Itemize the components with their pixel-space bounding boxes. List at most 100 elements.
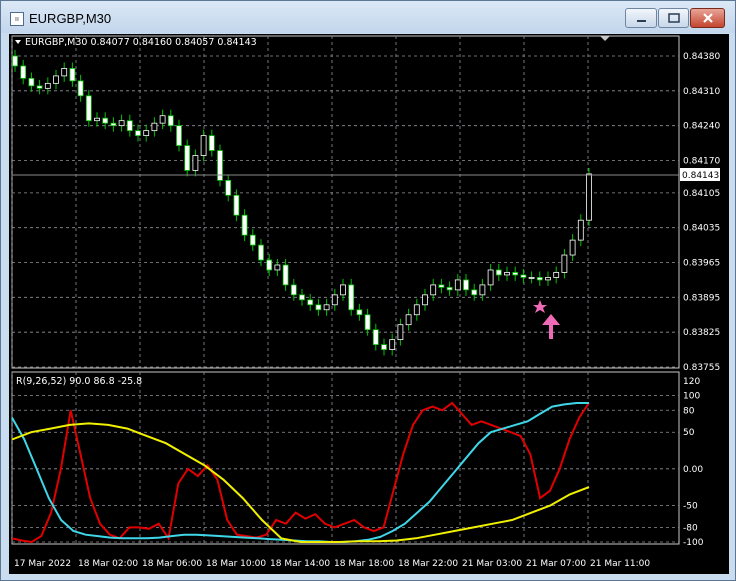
price-tick-label: 0.83965 [683, 259, 720, 269]
close-icon [703, 13, 713, 23]
star-marker-icon [533, 300, 547, 313]
candle-body [487, 269, 494, 286]
maximize-button[interactable] [658, 8, 689, 28]
candle-body [463, 279, 469, 291]
candle-body [561, 254, 568, 273]
candle-body [586, 173, 592, 221]
candle-body [102, 117, 109, 124]
minimize-button[interactable] [625, 8, 657, 28]
price-tick-label: 0.84170 [683, 156, 720, 166]
candle-body [135, 130, 141, 137]
candle-body [397, 324, 404, 341]
price-tick-label: 0.83825 [683, 328, 720, 338]
candle-body [290, 284, 297, 296]
candle-body [225, 179, 232, 196]
time-tick-label: 18 Mar 10:00 [206, 559, 266, 569]
price-scale: 0.84380 0.84310 0.84240 0.84170 0.84105 0.840… [683, 52, 720, 373]
candle-body [553, 272, 560, 278]
price-tick-label: 0.84380 [683, 52, 720, 62]
title-bar[interactable]: ıı EURGBP,M30 [1, 1, 735, 33]
time-tick-label: 21 Mar 07:00 [526, 559, 586, 569]
candle-body [159, 115, 166, 124]
candle-body [110, 122, 117, 127]
candles [12, 50, 592, 356]
indicator-level-label: -100 [683, 538, 704, 548]
candle-body [323, 304, 330, 311]
time-tick-label: 21 Mar 11:00 [590, 559, 650, 569]
price-tick-label: 0.84035 [683, 224, 720, 234]
chart-area[interactable]: EURGBP,M30 0.84077 0.84160 0.84057 0.841… [9, 34, 729, 574]
candle-body [217, 150, 223, 181]
candle-body [577, 219, 584, 241]
candle-body [118, 120, 125, 127]
candle-body [20, 65, 27, 79]
candle-body [274, 264, 281, 271]
collapse-triangle-icon[interactable] [15, 40, 21, 44]
candle-body [315, 304, 322, 311]
indicator-pane-frame [11, 371, 680, 545]
indicator-lines [11, 401, 590, 544]
candle-body [282, 264, 289, 286]
candle-body [536, 277, 543, 281]
indicator-series-line [11, 422, 590, 543]
candle-body [512, 272, 519, 276]
candle-body [208, 135, 215, 151]
indicator-level-label: 50 [683, 428, 695, 438]
candle-body [528, 277, 535, 279]
time-tick-label: 18 Mar 06:00 [142, 559, 202, 569]
candle-body [151, 122, 158, 132]
main-pane-frame [11, 35, 680, 369]
candle-body [520, 274, 527, 278]
candle-body [241, 214, 248, 236]
buy-arrow-icon [542, 314, 560, 339]
current-price-value: 0.84143 [682, 171, 719, 181]
indicator-header: R(9,26,52) 90.0 86.8 -25.8 [16, 376, 142, 387]
candle-body [331, 294, 338, 306]
candle-body [266, 259, 273, 271]
candle-body [307, 299, 314, 306]
candle-body [372, 329, 379, 346]
candle-body [53, 75, 59, 84]
indicator-level-label: -50 [683, 501, 698, 511]
candle-body [545, 277, 551, 281]
candle-body [126, 120, 133, 132]
candle-body [413, 304, 420, 316]
time-tick-label: 18 Mar 22:00 [398, 559, 458, 569]
time-tick-label: 18 Mar 02:00 [78, 559, 138, 569]
minimize-icon [637, 20, 646, 22]
candle-body [569, 239, 576, 256]
indicator-level-label: 0.00 [683, 465, 703, 475]
candle-body [446, 286, 453, 291]
candle-body [381, 344, 387, 350]
terminal-window: ıı EURGBP,M30 EURGBP,M30 0.84077 0.84160… [0, 0, 736, 581]
candle-body [44, 82, 51, 89]
candle-body [176, 125, 182, 146]
candle-body [364, 314, 371, 331]
chart-shift-marker-icon[interactable] [600, 36, 610, 41]
candle-body [430, 284, 437, 296]
indicator-level-label: 120 [683, 377, 700, 387]
time-tick-label: 17 Mar 2022 [14, 559, 71, 569]
candle-body [479, 284, 486, 296]
indicator-scale: 120 100 80 50 0.00 -50 -80 -100 [683, 377, 704, 548]
candle-body [249, 234, 256, 246]
candle-body [454, 279, 461, 291]
candle-body [504, 272, 510, 276]
time-tick-label: 18 Mar 18:00 [334, 559, 394, 569]
price-tick-label: 0.84240 [683, 122, 720, 132]
candle-body [94, 117, 100, 122]
close-button[interactable] [690, 8, 725, 28]
candle-body [299, 294, 305, 301]
candle-body [36, 85, 43, 89]
time-tick-label: 18 Mar 14:00 [270, 559, 330, 569]
window-title: EURGBP,M30 [29, 11, 112, 26]
candle-body [12, 55, 18, 67]
candle-body [77, 80, 84, 97]
candle-body [69, 68, 76, 82]
candle-body [184, 145, 191, 171]
chart-canvas[interactable]: EURGBP,M30 0.84077 0.84160 0.84057 0.841… [9, 34, 729, 574]
candle-body [422, 294, 428, 306]
candle-body [167, 115, 174, 127]
candle-body [389, 339, 396, 350]
chart-window-icon: ıı [10, 12, 24, 26]
